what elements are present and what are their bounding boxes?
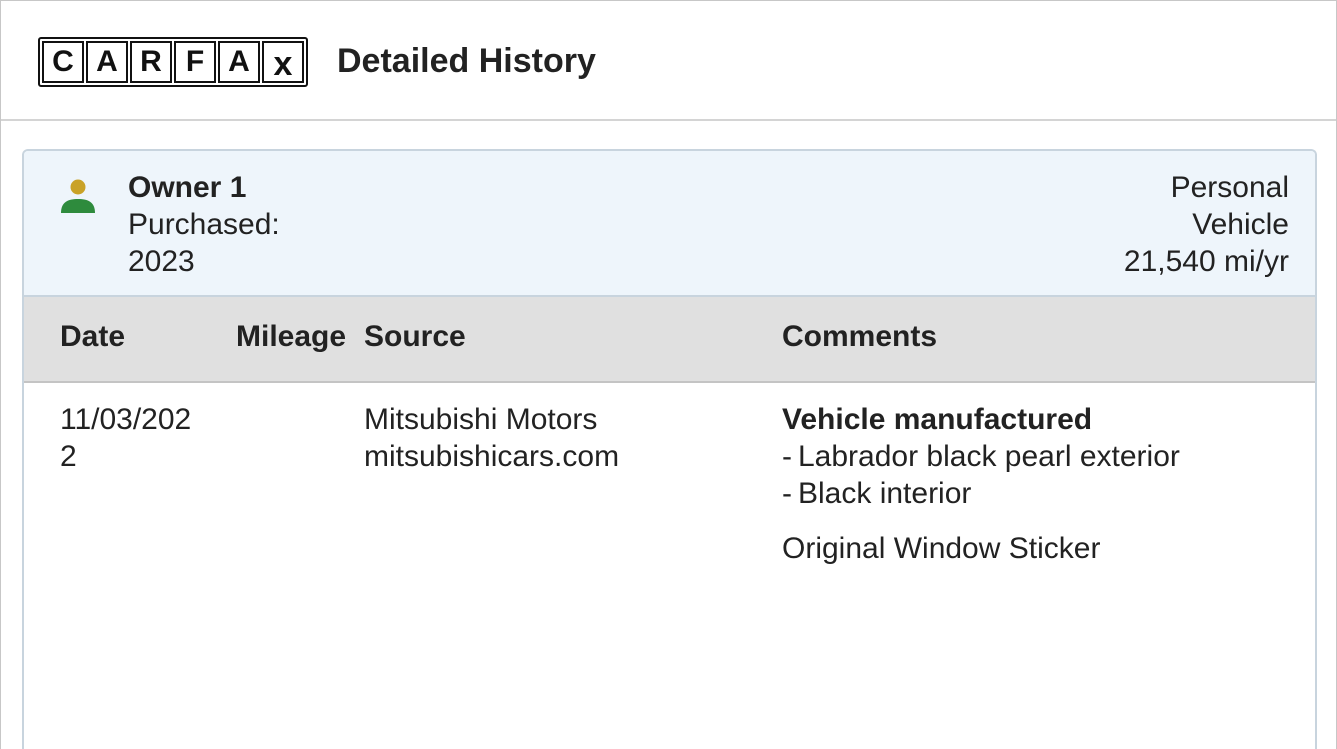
bullet-dash: - [782, 477, 792, 510]
logo-letter: A [86, 41, 128, 83]
logo-letter: x [262, 41, 304, 83]
owner-summary: Owner 1 Purchased: 2023 Personal Vehicle… [24, 151, 1315, 297]
owner-purchased-year: 2023 [128, 245, 195, 278]
carfax-report-page: C A R F A x Detailed History Owner 1 Pur… [0, 0, 1337, 749]
row-date: 11/03/2022 [60, 403, 192, 473]
owner-type-line1: Personal [1170, 171, 1289, 204]
history-table-header: Date Mileage Source Comments [24, 297, 1315, 383]
comment-title: Vehicle manufactured [782, 403, 1093, 436]
comment-bullet: - Black interior [782, 475, 1180, 512]
column-header-comments: Comments [782, 320, 938, 353]
logo-letter: F [174, 41, 216, 83]
logo-letter: A [218, 41, 260, 83]
bullet-text: Black interior [798, 477, 972, 510]
owner-panel: Owner 1 Purchased: 2023 Personal Vehicle… [22, 149, 1317, 749]
owner-mileage-per-year: 21,540 mi/yr [1123, 245, 1289, 278]
bullet-dash: - [782, 440, 792, 473]
owner-vehicle-usage: Personal Vehicle 21,540 mi/yr [1124, 169, 1289, 280]
owner-name: Owner 1 [128, 171, 247, 204]
carfax-logo: C A R F A x [38, 37, 308, 87]
row-source: Mitsubishi Motors mitsubishicars.com [364, 401, 619, 475]
owner-purchased-label: Purchased: [128, 208, 280, 241]
column-header-source: Source [364, 320, 466, 353]
logo-letter: C [42, 41, 84, 83]
owner-type-line2: Vehicle [1192, 208, 1289, 241]
logo-letter: R [130, 41, 172, 83]
report-header: C A R F A x Detailed History [1, 1, 1336, 121]
page-title: Detailed History [337, 42, 596, 80]
column-header-date: Date [60, 320, 126, 353]
source-website: mitsubishicars.com [364, 440, 620, 473]
table-row: 11/03/2022 Mitsubishi Motors mitsubishic… [24, 383, 1315, 743]
bullet-text: Labrador black pearl exterior [798, 440, 1180, 473]
person-icon [61, 179, 95, 213]
row-comments: Vehicle manufactured - Labrador black pe… [782, 401, 1180, 567]
comment-bullet: - Labrador black pearl exterior [782, 438, 1180, 475]
window-sticker-link[interactable]: Original Window Sticker [782, 530, 1180, 567]
column-header-mileage: Mileage [236, 320, 347, 353]
owner-info: Owner 1 Purchased: 2023 [128, 169, 280, 280]
source-name: Mitsubishi Motors [364, 403, 598, 436]
